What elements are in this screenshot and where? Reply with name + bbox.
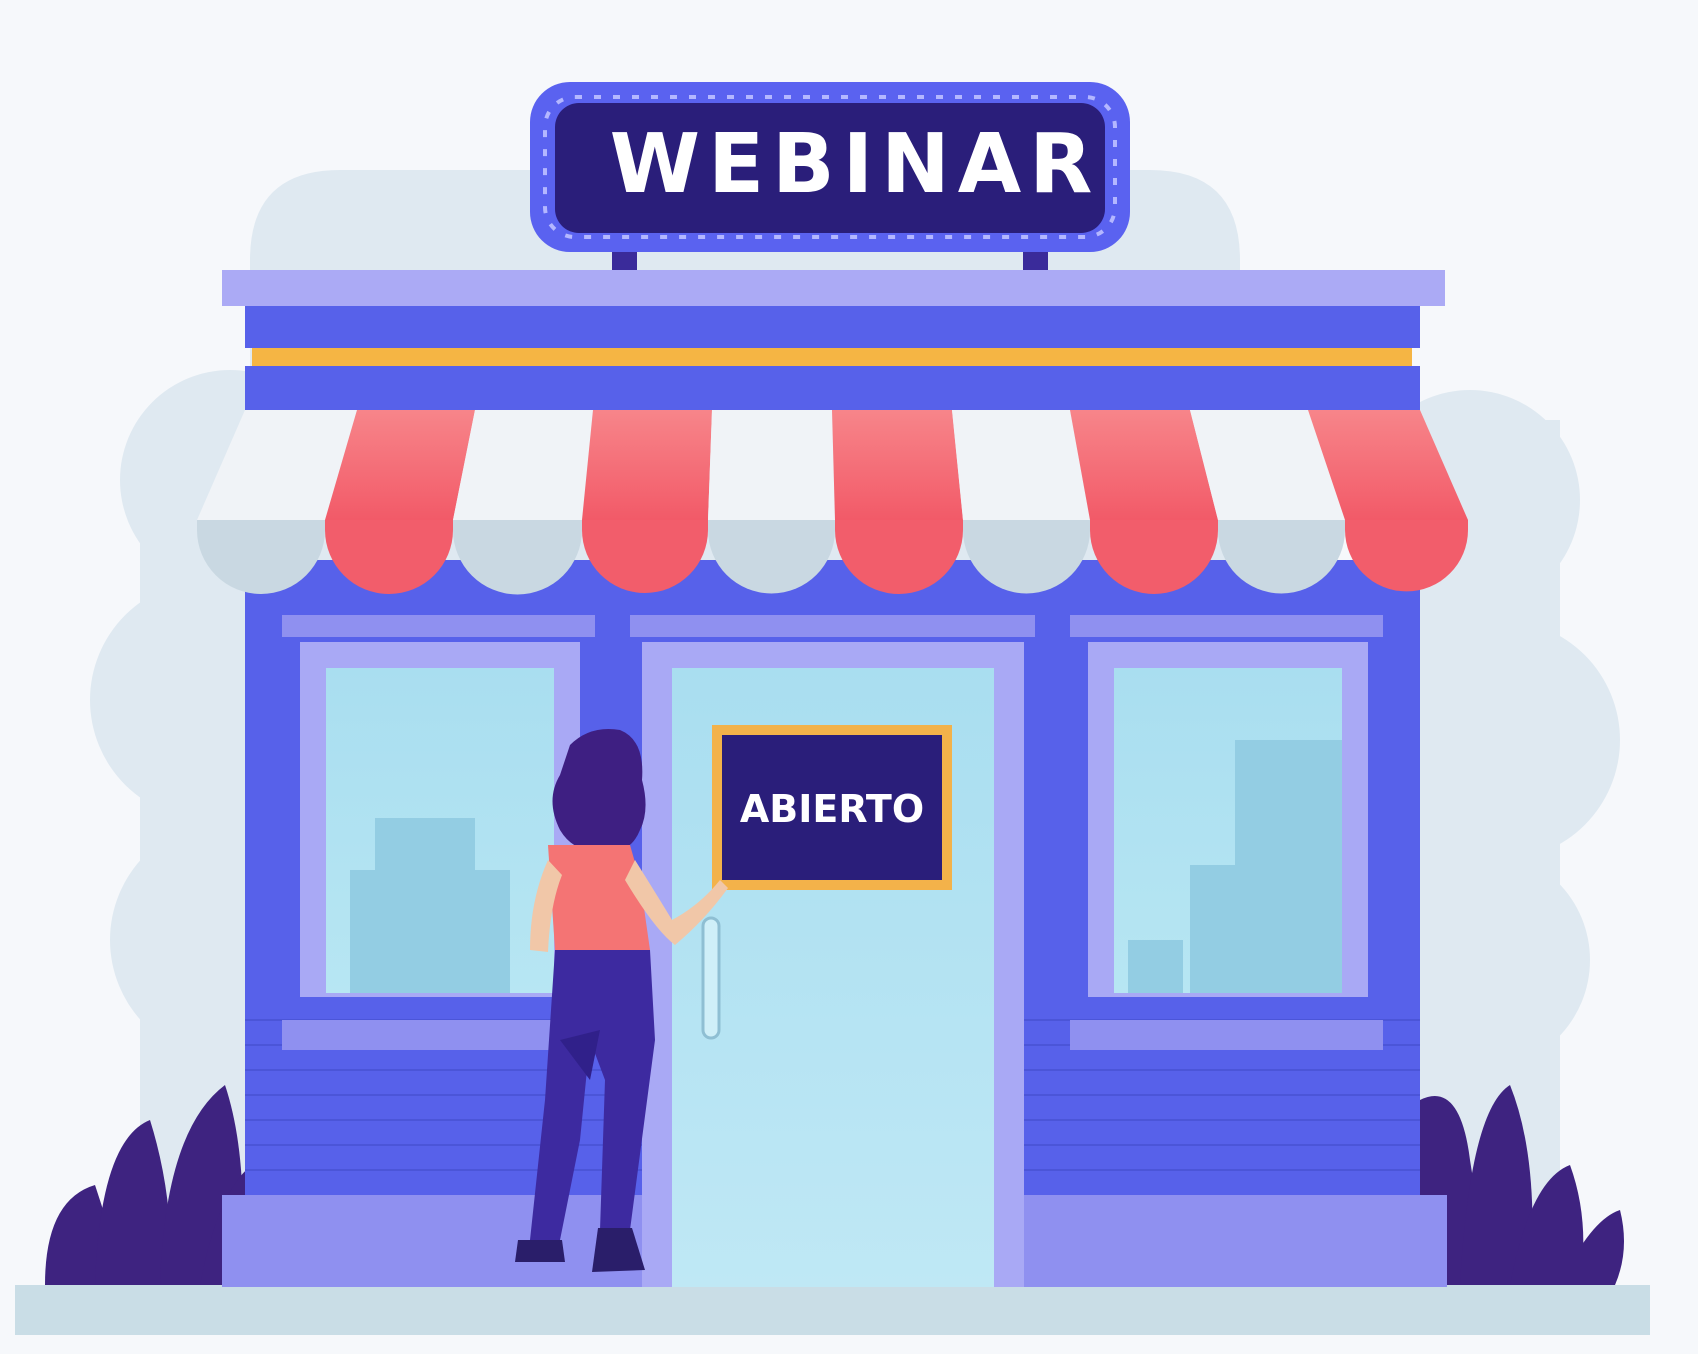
roof-accent-stripe [252, 348, 1412, 366]
roof-cap [222, 270, 1445, 306]
storefront-svg: ABIERTO WEBINAR [15, 82, 1650, 1335]
door [630, 615, 1035, 1287]
door-handle-icon [701, 916, 721, 1040]
open-sign: ABIERTO [712, 725, 952, 890]
window-right [1070, 615, 1383, 1050]
roof-band-top [245, 306, 1420, 348]
webinar-sign-text: WEBINAR [610, 117, 1101, 212]
storefront-illustration: ABIERTO WEBINAR [0, 0, 1698, 1349]
open-sign-text: ABIERTO [740, 787, 924, 831]
window-left [282, 615, 595, 1050]
ground-strip [15, 1285, 1650, 1335]
roof-band-bottom [245, 366, 1420, 410]
webinar-sign: WEBINAR [530, 82, 1130, 270]
